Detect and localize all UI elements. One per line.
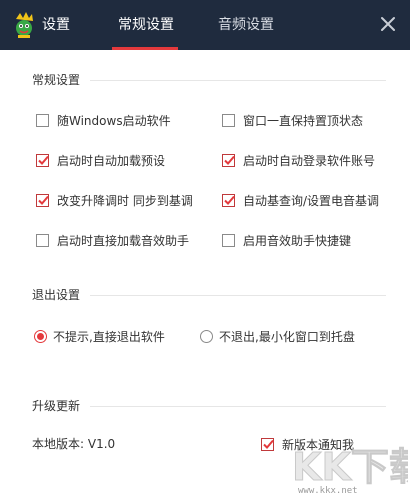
section-divider [90,295,386,296]
checkbox[interactable] [36,113,49,127]
watermark-brand: KK下载 [292,445,408,489]
local-version-label: 本地版本: V1.0 [32,437,116,451]
radio-minimize-to-tray[interactable]: 不退出,最小化窗口到托盘 [200,327,355,345]
radio-button[interactable] [200,329,213,343]
option-label: 启动时自动加载预设 [57,153,166,168]
option-label: 不退出,最小化窗口到托盘 [219,329,355,344]
section-title-general: 常规设置 [32,73,81,87]
option-always-on-top[interactable]: 窗口一直保持置顶状态 [222,111,363,129]
title-bar: 设置 常规设置 音频设置 [0,0,410,50]
checkbox[interactable] [36,233,49,247]
option-label: 启动时自动登录软件账号 [243,153,376,168]
radio-exit-directly[interactable]: 不提示,直接退出软件 [34,327,165,345]
option-label: 启用音效助手快捷键 [243,233,352,248]
check-icon [224,195,235,205]
window-title: 设置 [42,17,70,33]
checkbox-checked[interactable] [36,193,49,207]
option-label: 不提示,直接退出软件 [53,329,165,344]
option-label: 窗口一直保持置顶状态 [243,113,364,128]
check-icon [263,439,274,449]
section-title-update: 升级更新 [32,399,81,413]
check-icon [38,195,49,205]
option-label: 随Windows启动软件 [57,113,171,128]
check-icon [38,155,49,165]
section-divider [90,80,386,81]
checkbox-checked[interactable] [222,153,235,167]
option-load-sound-assistant[interactable]: 启动时直接加载音效助手 [36,231,189,249]
option-auto-key-query[interactable]: 自动基查询/设置电音基调 [222,191,379,209]
checkbox[interactable] [222,113,235,127]
checkbox-checked[interactable] [261,437,274,451]
option-sync-key[interactable]: 改变升降调时 同步到基调 [36,191,193,209]
option-start-with-windows[interactable]: 随Windows启动软件 [36,111,171,129]
section-title-exit: 退出设置 [32,288,81,302]
check-icon [224,155,235,165]
checkbox-checked[interactable] [36,153,49,167]
watermark-url: www.kkx.net [298,486,358,496]
checkbox-checked[interactable] [222,193,235,207]
option-auto-login[interactable]: 启动时自动登录软件账号 [222,151,375,169]
radio-button-selected[interactable] [34,329,47,343]
tab-audio-settings[interactable]: 音频设置 [218,15,274,35]
option-label: 启动时直接加载音效助手 [57,233,190,248]
option-label: 改变升降调时 同步到基调 [57,193,193,208]
option-auto-load-preset[interactable]: 启动时自动加载预设 [36,151,165,169]
app-logo-icon [16,12,33,38]
option-label: 自动基查询/设置电音基调 [243,193,380,208]
section-divider [90,406,386,407]
option-assistant-hotkeys[interactable]: 启用音效助手快捷键 [222,231,351,249]
close-icon[interactable] [376,12,400,36]
checkbox[interactable] [222,233,235,247]
tab-general-settings[interactable]: 常规设置 [118,15,174,35]
active-tab-indicator [112,47,178,50]
